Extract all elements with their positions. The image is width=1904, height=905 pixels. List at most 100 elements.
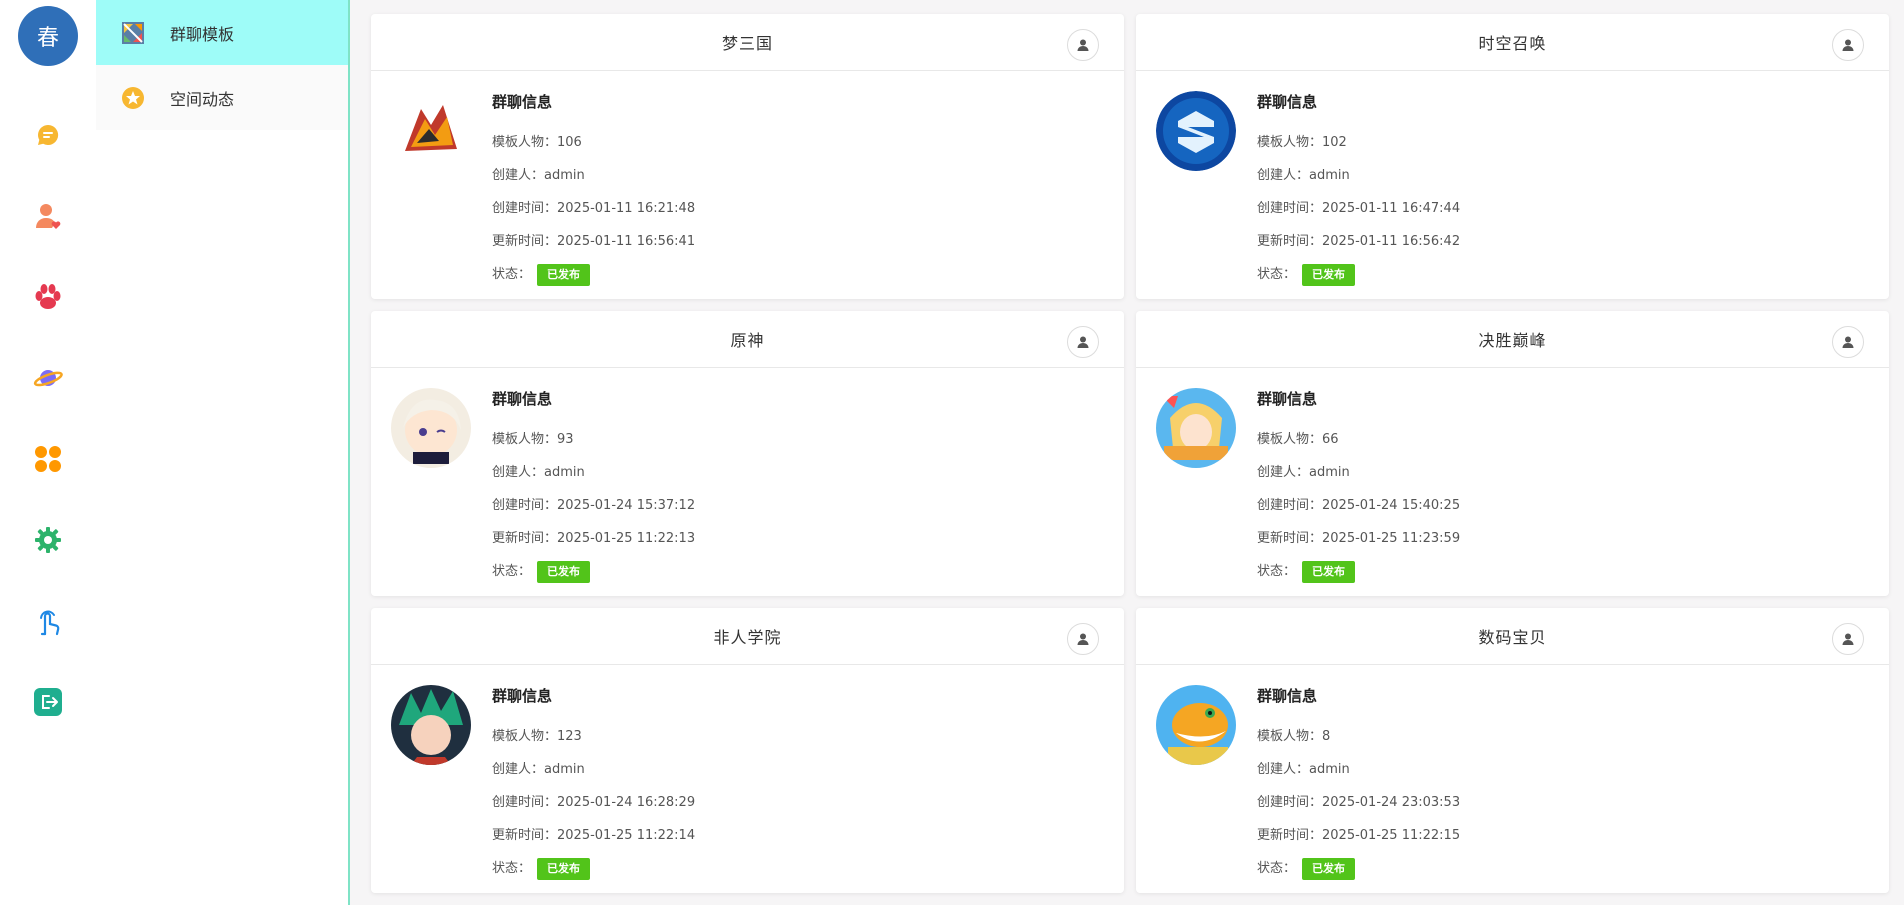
card-info: 群聊信息 模板人物：123 创建人：admin 创建时间：2025-01-24 … (492, 685, 695, 885)
status-label: 状态： (492, 861, 532, 876)
status-label: 状态： (492, 267, 532, 282)
updated-row: 更新时间：2025-01-11 16:56:41 (492, 225, 695, 258)
game-avatar-image (1156, 91, 1236, 171)
info-title: 群聊信息 (492, 390, 553, 408)
created-value: 2025-01-24 15:37:12 (557, 498, 696, 513)
user-heart-icon[interactable] (33, 201, 63, 231)
apps-icon[interactable] (33, 444, 63, 474)
count-row: 模板人物：93 (492, 423, 695, 456)
icon-rail: 春 (0, 0, 96, 905)
menu-item-group-template[interactable]: 群聊模板 (96, 0, 348, 65)
card-header: 数码宝贝 (1136, 608, 1889, 665)
user-icon-button[interactable] (1832, 326, 1864, 358)
updated-label: 更新时间： (492, 828, 558, 843)
user-icon (1077, 336, 1089, 348)
user-icon (1077, 39, 1089, 51)
card-header: 原神 (371, 311, 1124, 368)
creator-row: 创建人：admin (492, 159, 695, 192)
creator-row: 创建人：admin (492, 456, 695, 489)
count-row: 模板人物：66 (1257, 423, 1460, 456)
user-icon-button[interactable] (1067, 326, 1099, 358)
chat-icon[interactable] (33, 120, 63, 150)
game-avatar-image (391, 685, 471, 765)
info-title: 群聊信息 (1257, 687, 1318, 705)
status-label: 状态： (1257, 861, 1297, 876)
template-card[interactable]: 非人学院 群聊信息 模板人物：123 创建人：admin 创建时间：2025-0… (371, 608, 1124, 893)
creator-row: 创建人：admin (1257, 753, 1460, 786)
touch-icon[interactable] (33, 606, 63, 636)
status-badge: 已发布 (537, 858, 591, 880)
card-body: 群聊信息 模板人物：102 创建人：admin 创建时间：2025-01-11 … (1136, 71, 1889, 299)
status-label: 状态： (1257, 564, 1297, 579)
template-card[interactable]: 决胜巅峰 群聊信息 模板人物：66 创建人：admin 创建时间：2025-01… (1136, 311, 1889, 596)
info-title: 群聊信息 (1257, 93, 1318, 111)
user-icon-button[interactable] (1067, 29, 1099, 61)
card-body: 群聊信息 模板人物：8 创建人：admin 创建时间：2025-01-24 23… (1136, 665, 1889, 893)
card-header: 梦三国 (371, 14, 1124, 71)
count-value: 102 (1322, 135, 1347, 150)
user-icon-button[interactable] (1067, 623, 1099, 655)
count-label: 模板人物： (1257, 135, 1323, 150)
updated-label: 更新时间： (1257, 828, 1323, 843)
created-value: 2025-01-24 16:28:29 (557, 795, 696, 810)
created-row: 创建时间：2025-01-24 15:40:25 (1257, 489, 1460, 522)
status-row: 状态： 已发布 (1257, 555, 1460, 588)
card-body: 群聊信息 模板人物：123 创建人：admin 创建时间：2025-01-24 … (371, 665, 1124, 893)
card-title: 梦三国 (721, 34, 773, 53)
status-badge: 已发布 (537, 561, 591, 583)
template-card[interactable]: 时空召唤 群聊信息 模板人物：102 创建人：admin 创建时间：2025-0… (1136, 14, 1889, 299)
count-value: 123 (557, 729, 582, 744)
card-title: 时空召唤 (1478, 34, 1547, 53)
count-row: 模板人物：106 (492, 126, 695, 159)
card-header: 决胜巅峰 (1136, 311, 1889, 368)
card-info: 群聊信息 模板人物：93 创建人：admin 创建时间：2025-01-24 1… (492, 388, 695, 588)
creator-value: admin (544, 168, 585, 183)
created-row: 创建时间：2025-01-24 23:03:53 (1257, 786, 1460, 819)
created-value: 2025-01-24 15:40:25 (1322, 498, 1461, 513)
template-card[interactable]: 原神 群聊信息 模板人物：93 创建人：admin 创建时间：2025-01-2… (371, 311, 1124, 596)
menu-item-space-feed[interactable]: 空间动态 (96, 65, 348, 130)
card-info: 群聊信息 模板人物：106 创建人：admin 创建时间：2025-01-11 … (492, 91, 695, 291)
status-badge: 已发布 (1302, 858, 1356, 880)
count-label: 模板人物： (1257, 729, 1323, 744)
user-icon-button[interactable] (1832, 623, 1864, 655)
created-label: 创建时间： (1257, 795, 1323, 810)
status-badge: 已发布 (1302, 264, 1356, 286)
card-title: 决胜巅峰 (1478, 331, 1547, 350)
count-value: 8 (1322, 729, 1331, 744)
template-icon (120, 20, 146, 46)
count-label: 模板人物： (1257, 432, 1323, 447)
updated-row: 更新时间：2025-01-25 11:23:59 (1257, 522, 1460, 555)
paw-icon[interactable] (33, 282, 63, 312)
count-label: 模板人物： (492, 729, 558, 744)
count-label: 模板人物： (492, 135, 558, 150)
user-icon-button[interactable] (1832, 29, 1864, 61)
settings-icon[interactable] (33, 525, 63, 555)
card-info: 群聊信息 模板人物：66 创建人：admin 创建时间：2025-01-24 1… (1257, 388, 1460, 588)
template-card[interactable]: 梦三国 群聊信息 模板人物：106 创建人：admin 创建时间：2025-01… (371, 14, 1124, 299)
status-row: 状态： 已发布 (1257, 852, 1460, 885)
creator-row: 创建人：admin (1257, 159, 1460, 192)
created-label: 创建时间： (1257, 498, 1323, 513)
user-avatar[interactable]: 春 (18, 6, 78, 66)
template-card[interactable]: 数码宝贝 群聊信息 模板人物：8 创建人：admin 创建时间：2025-01-… (1136, 608, 1889, 893)
status-label: 状态： (1257, 267, 1297, 282)
created-label: 创建时间： (492, 795, 558, 810)
card-title: 原神 (730, 331, 765, 350)
creator-value: admin (1309, 465, 1350, 480)
updated-label: 更新时间： (1257, 531, 1323, 546)
creator-label: 创建人： (492, 762, 545, 777)
card-header: 时空召唤 (1136, 14, 1889, 71)
created-value: 2025-01-11 16:47:44 (1322, 201, 1461, 216)
created-value: 2025-01-11 16:21:48 (557, 201, 696, 216)
count-row: 模板人物：8 (1257, 720, 1460, 753)
updated-value: 2025-01-11 16:56:42 (1322, 234, 1461, 249)
user-icon (1077, 633, 1089, 645)
star-icon (120, 85, 146, 111)
created-row: 创建时间：2025-01-24 16:28:29 (492, 786, 695, 819)
logout-icon[interactable] (33, 687, 63, 717)
info-title: 群聊信息 (492, 93, 553, 111)
game-avatar-image (1156, 388, 1236, 468)
planet-icon[interactable] (33, 363, 63, 393)
menu-item-label: 空间动态 (170, 89, 235, 109)
